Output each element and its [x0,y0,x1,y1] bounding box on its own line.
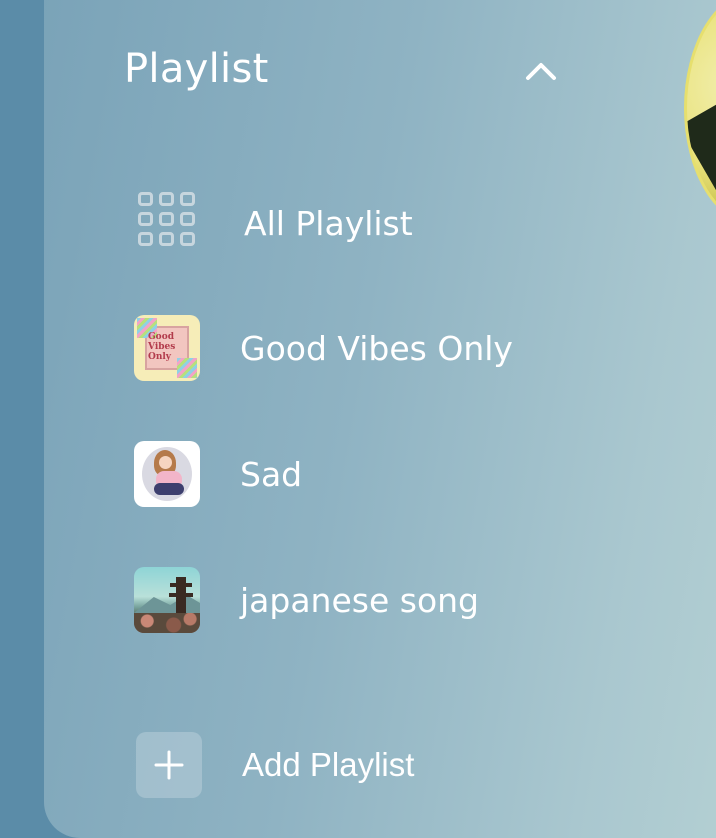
add-playlist-label: Add Playlist [242,746,415,783]
playlist-title: Playlist [124,46,269,92]
playlist-item-good-vibes-only[interactable]: Good Vibes Only Good Vibes Only [134,315,594,381]
playlist-thumbnail [134,441,200,507]
playlist-item-label: All Playlist [244,203,413,243]
playlist-thumbnail: Good Vibes Only [134,315,200,381]
collapse-button[interactable] [520,50,562,92]
playlist-item-label: Sad [240,454,303,494]
playlist-item-japanese-song[interactable]: japanese song [134,567,594,633]
plus-icon [136,732,202,798]
playlist-item-label: Good Vibes Only [240,328,513,368]
grid-icon [134,188,204,258]
chevron-up-icon [526,63,556,80]
playlist-item-sad[interactable]: Sad [134,441,594,507]
playlist-item-label: japanese song [240,580,480,620]
thumbnail-text: Good Vibes Only [148,332,176,362]
add-playlist-button[interactable]: Add Playlist [136,732,414,798]
app-window: Playlist All Playlist Good Vibes Only Go… [0,0,716,838]
playlist-item-all[interactable]: All Playlist [134,190,594,256]
playlist-thumbnail [134,567,200,633]
playlist-panel [44,0,716,838]
